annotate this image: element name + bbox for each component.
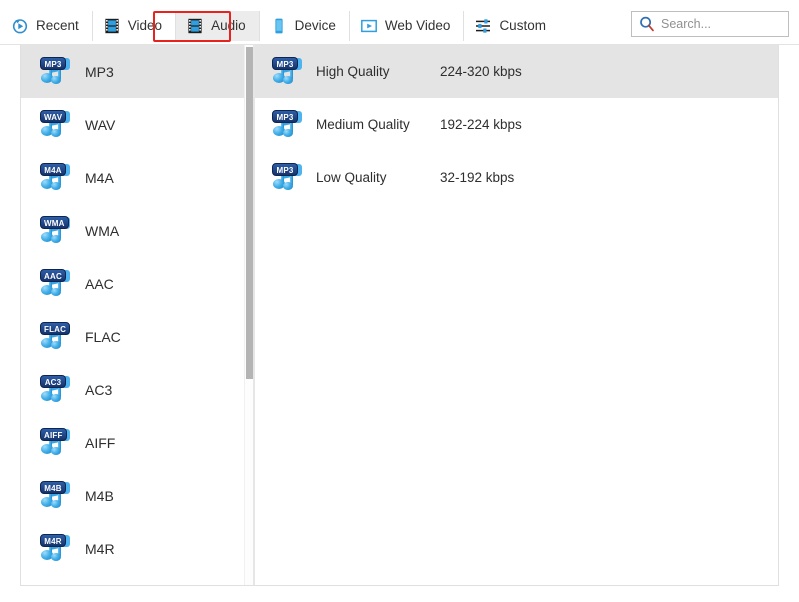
format-badge: AIFF [40,427,67,441]
format-list-item[interactable]: MP3 MP3 [21,45,253,98]
format-list-scrollbar-thumb[interactable] [246,47,253,379]
tab-label: Recent [36,18,79,34]
format-badge: AC3 [40,374,66,388]
format-badge: M4B [40,480,66,494]
tab-custom[interactable]: Custom [464,11,559,41]
format-list-item[interactable]: M4B M4B [21,469,253,522]
format-label: WAV [85,116,116,133]
top-tab-bar: Recent Video Audio Device Web Video Custom [0,0,799,45]
audio-note-icon: M4A [38,162,72,193]
quality-name: Low Quality [316,170,387,185]
web-video-icon [360,17,378,35]
quality-list: MP3 High Quality 224-320 kbps MP3 Medium Qua… [255,45,778,204]
format-list-scrollbar-track[interactable] [244,45,253,585]
audio-note-icon: AIFF [38,427,72,458]
phone-icon [270,17,288,35]
quality-list-item[interactable]: MP3 Medium Quality 192-224 kbps [255,98,778,151]
format-label: FLAC [85,328,121,345]
tab-label: Video [127,18,163,34]
audio-note-icon: MP3 [270,109,304,140]
format-label: AAC [85,275,114,292]
tab-label: Web Video [384,18,451,34]
history-icon [11,17,29,35]
format-badge: MP3 [272,162,298,176]
quality-name: Medium Quality [316,117,410,132]
tab-list: Recent Video Audio Device Web Video Custom [1,11,559,41]
quality-bitrate: 224-320 kbps [440,64,522,79]
audio-note-icon: WMA [38,215,72,246]
audio-note-icon: WAV [38,109,72,140]
quality-bitrate: 192-224 kbps [440,117,522,132]
format-list: MP3 MP3 WAV WAV M4A M4A WMA WMA AAC AAC FLAC FLAC AC… [21,45,253,575]
tab-video[interactable]: Video [93,11,177,41]
tab-recent[interactable]: Recent [1,11,93,41]
audio-note-icon: MP3 [270,56,304,87]
format-badge: WMA [40,215,69,229]
audio-note-icon: M4R [38,533,72,564]
search-box[interactable] [631,11,789,37]
tab-web-video[interactable]: Web Video [350,11,465,41]
format-badge: MP3 [272,56,298,70]
format-label: AIFF [85,434,116,451]
format-badge: AAC [40,268,66,282]
tab-device[interactable]: Device [260,11,350,41]
format-list-item[interactable]: WAV WAV [21,98,253,151]
format-label: M4R [85,540,115,557]
format-badge: WAV [40,109,67,123]
search-icon [638,15,656,33]
format-badge: M4R [40,533,66,547]
format-list-item[interactable]: AIFF AIFF [21,416,253,469]
format-list-item[interactable]: M4R M4R [21,522,253,575]
format-list-item[interactable]: M4A M4A [21,151,253,204]
audio-note-icon: AC3 [38,374,72,405]
film-icon [186,17,204,35]
format-list-pane: MP3 MP3 WAV WAV M4A M4A WMA WMA AAC AAC FLAC FLAC AC… [21,45,254,585]
film-icon [103,17,121,35]
format-label: M4B [85,487,114,504]
tab-label: Device [294,18,336,34]
tab-label: Custom [499,18,546,34]
audio-note-icon: MP3 [270,162,304,193]
format-badge: MP3 [272,109,298,123]
audio-note-icon: FLAC [38,321,72,352]
audio-note-icon: M4B [38,480,72,511]
format-badge: MP3 [40,56,66,70]
sliders-icon [474,17,492,35]
format-badge: M4A [40,162,66,176]
main-content-area: MP3 MP3 WAV WAV M4A M4A WMA WMA AAC AAC FLAC FLAC AC… [20,45,779,586]
quality-list-pane: MP3 High Quality 224-320 kbps MP3 Medium Qua… [255,45,778,585]
format-list-item[interactable]: AC3 AC3 [21,363,253,416]
format-list-item[interactable]: AAC AAC [21,257,253,310]
format-badge: FLAC [40,321,71,335]
audio-note-icon: AAC [38,268,72,299]
quality-list-item[interactable]: MP3 Low Quality 32-192 kbps [255,151,778,204]
quality-name: High Quality [316,64,390,79]
format-label: WMA [85,222,120,239]
format-label: M4A [85,169,114,186]
search-input[interactable] [661,17,781,31]
audio-note-icon: MP3 [38,56,72,87]
quality-list-item[interactable]: MP3 High Quality 224-320 kbps [255,45,778,98]
tab-audio[interactable]: Audio [176,11,260,41]
quality-bitrate: 32-192 kbps [440,170,515,185]
format-list-item[interactable]: WMA WMA [21,204,253,257]
format-label: AC3 [85,381,113,398]
tab-label: Audio [211,18,246,34]
format-list-item[interactable]: FLAC FLAC [21,310,253,363]
format-label: MP3 [85,63,114,80]
